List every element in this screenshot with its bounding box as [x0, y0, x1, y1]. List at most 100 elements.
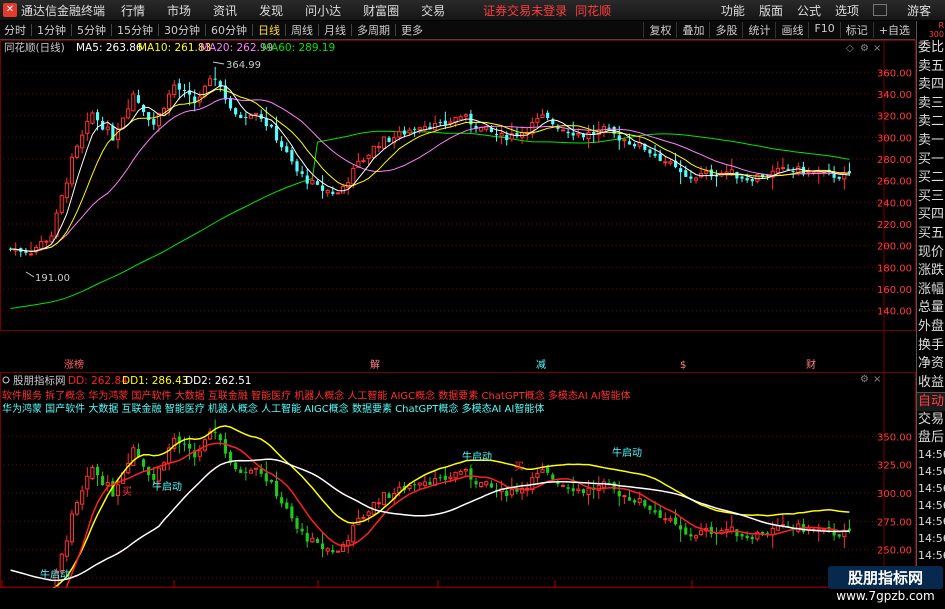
window-restore-icon[interactable] [872, 4, 887, 16]
period-daily[interactable]: 日线 [254, 22, 284, 38]
candle-body [305, 175, 309, 184]
candle-body [770, 527, 775, 536]
tool-add-watchlist[interactable]: +自选 [872, 22, 915, 38]
candle-body [131, 93, 136, 112]
period-15min[interactable]: 15分钟 [113, 22, 157, 38]
candle-body [469, 468, 473, 480]
candle-body [95, 466, 100, 476]
settings-icon[interactable]: ⚙ [860, 43, 869, 54]
menu-layout[interactable]: 版面 [759, 2, 783, 19]
main-chart-title: 同花顺(日线) [4, 41, 65, 54]
watermark-brand: 股朋指标网 [828, 566, 943, 589]
menu-formula[interactable]: 公式 [797, 2, 821, 19]
login-notice[interactable]: 证券交易未登录 [483, 2, 567, 19]
candle-body [285, 502, 289, 509]
tool-adjust[interactable]: 复权 [643, 22, 676, 38]
menu-options[interactable]: 选项 [835, 2, 859, 19]
menu-news[interactable]: 资讯 [213, 2, 237, 19]
menu-function[interactable]: 功能 [721, 2, 745, 19]
guest-user[interactable]: 游客 [907, 2, 931, 19]
auto-button[interactable]: 自动 [917, 392, 945, 412]
tool-stats[interactable]: 统计 [742, 22, 775, 38]
candle-body [740, 176, 744, 179]
tool-overlay[interactable]: 叠加 [676, 22, 709, 38]
candle-body [218, 434, 222, 441]
candle-body [331, 191, 335, 194]
period-intraday[interactable]: 分时 [0, 22, 30, 38]
menu-quotes[interactable]: 行情 [121, 2, 145, 19]
candle-body [407, 129, 412, 134]
candle-body [745, 535, 749, 539]
price-tick-label: 350.00 [877, 432, 912, 443]
sub-close-icon[interactable]: × [873, 374, 881, 385]
tool-mark[interactable]: 标记 [839, 22, 873, 38]
tool-multi-stock[interactable]: 多股 [709, 22, 742, 38]
candle-body [791, 170, 795, 172]
candle-body [633, 500, 637, 503]
candle-body [69, 156, 75, 185]
candle-body [172, 84, 177, 95]
candle-body [64, 540, 69, 557]
candle-body [264, 473, 268, 482]
event-marker: 减 [536, 359, 546, 371]
menu-discover[interactable]: 发现 [259, 2, 283, 19]
quote-label: 卖四 [918, 77, 945, 93]
period-more[interactable]: 更多 [397, 22, 427, 38]
candle-body [566, 131, 570, 134]
candle-body [443, 475, 447, 480]
period-60min[interactable]: 60分钟 [207, 22, 251, 38]
concept-line-1: 软件服务 拆了概念 华为鸿蒙 国产软件 大数据 互联金融 智能医疗 机器人概念 … [2, 389, 631, 402]
after-hours-label: 盘后 [918, 430, 945, 446]
period-30min[interactable]: 30分钟 [160, 22, 204, 38]
tick-time: 14:56 [918, 465, 945, 479]
candle-body [141, 459, 146, 467]
candle-body [417, 127, 422, 131]
menu-wealth[interactable]: 财富圈 [363, 2, 399, 19]
candle-body [750, 536, 754, 540]
period-1min[interactable]: 1分钟 [33, 22, 70, 38]
tick-time: 14:56 [918, 549, 945, 563]
candle-body [121, 117, 126, 129]
period-monthly[interactable]: 月线 [320, 22, 350, 38]
period-5min[interactable]: 5分钟 [73, 22, 110, 38]
candle-body [202, 439, 208, 451]
signal-label: 买 [122, 486, 132, 498]
candle-body [709, 526, 713, 534]
chart-area[interactable]: 140.00 160.00 180.00 200.00 220.00 240.00 260.… [0, 40, 916, 588]
candle-body [207, 78, 213, 87]
candle-body [653, 510, 657, 513]
candle-body [679, 168, 683, 173]
trade-label[interactable]: 交易 [917, 411, 945, 429]
candle-body [310, 537, 315, 543]
candle-body [152, 473, 156, 480]
candle-body [643, 500, 647, 507]
tool-f10[interactable]: F10 [808, 22, 839, 38]
collapse-icon[interactable]: ◇ [846, 43, 854, 54]
period-weekly[interactable]: 周线 [287, 22, 317, 38]
event-marker: 涨榜 [64, 358, 84, 371]
candle-body [453, 471, 458, 479]
menu-trade[interactable]: 交易 [421, 2, 445, 19]
candle-body [152, 119, 156, 125]
candle-body [177, 83, 181, 90]
quote-label: 净资 [918, 356, 945, 372]
candle-body [85, 475, 90, 490]
sub-settings-icon[interactable]: ⚙ [860, 374, 869, 385]
candle-body [248, 115, 254, 119]
menu-assistant[interactable]: 问小达 [305, 2, 341, 19]
concept-line-2: 华为鸿蒙 国产软件 大数据 互联金融 智能医疗 机器人概念 人工智能 AIGC概… [2, 402, 544, 415]
menu-market[interactable]: 市场 [167, 2, 191, 19]
candle-body [387, 137, 391, 142]
rz-label: R [938, 21, 944, 30]
candle-body [766, 532, 770, 534]
tool-draw[interactable]: 画线 [775, 22, 808, 38]
price-tick-label: 275.00 [877, 517, 912, 528]
candle-body [750, 179, 754, 182]
candle-body [310, 179, 315, 185]
candle-body [617, 491, 621, 497]
period-multi[interactable]: 多周期 [353, 22, 394, 38]
candle-body [458, 116, 463, 120]
close-pane-icon[interactable]: × [873, 43, 881, 54]
candle-body [663, 518, 668, 521]
candle-body [274, 480, 279, 497]
